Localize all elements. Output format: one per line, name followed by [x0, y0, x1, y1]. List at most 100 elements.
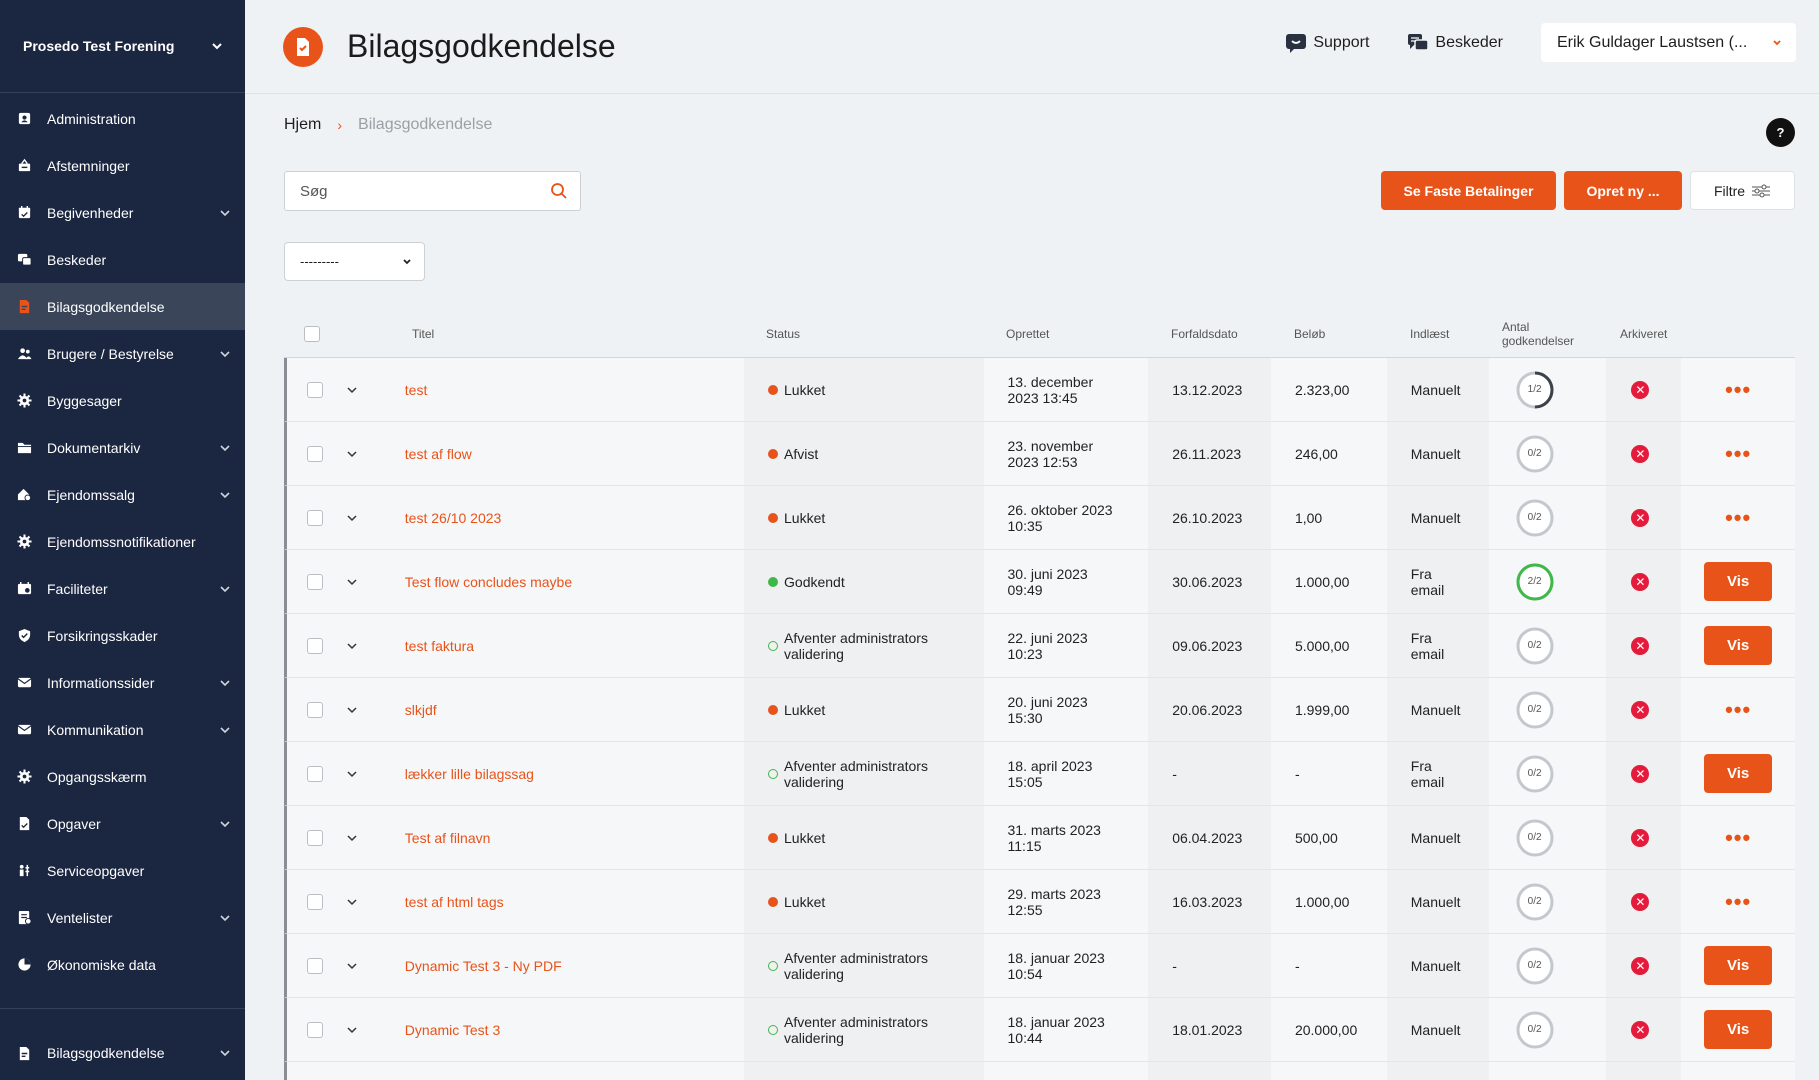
select-all-checkbox[interactable] — [304, 326, 320, 342]
sidebar-item-7[interactable]: Dokumentarkiv — [0, 424, 245, 471]
sidebar-item-13[interactable]: Kommunikation — [0, 706, 245, 753]
organization-selector[interactable]: Prosedo Test Forening — [0, 0, 245, 93]
create-new-button[interactable]: Opret ny ... — [1564, 171, 1682, 210]
sidebar-item-6[interactable]: Byggesager — [0, 377, 245, 424]
table-row[interactable]: Dynamic Test 3 Afventer administrators val… — [284, 998, 1795, 1062]
row-checkbox[interactable] — [306, 765, 323, 782]
sidebar-item-17[interactable]: Ventelister — [0, 894, 245, 941]
header-status[interactable]: Status — [742, 327, 982, 341]
more-options-icon[interactable]: ••• — [1725, 698, 1751, 720]
more-options-icon[interactable]: ••• — [1725, 890, 1751, 912]
chevron-down-icon[interactable] — [346, 704, 358, 716]
table-row[interactable]: test af flow Afvist 23. november 2023 12:53… — [284, 422, 1795, 486]
header-archived[interactable]: Arkiveret — [1606, 327, 1681, 341]
row-title[interactable]: test af html tags — [381, 870, 744, 933]
view-button[interactable]: Vis — [1704, 1010, 1773, 1049]
row-checkbox[interactable] — [306, 957, 323, 974]
close-icon[interactable]: ✕ — [1631, 444, 1650, 463]
more-options-icon[interactable]: ••• — [1725, 826, 1751, 848]
chevron-down-icon[interactable] — [346, 448, 358, 460]
sidebar-bottom-item[interactable]: Bilagsgodkendelse — [0, 1009, 245, 1080]
row-checkbox[interactable] — [306, 445, 323, 462]
sidebar-item-3[interactable]: Beskeder — [0, 236, 245, 283]
sidebar-item-1[interactable]: Afstemninger — [0, 142, 245, 189]
messages-link[interactable]: Beskeder — [1407, 32, 1503, 54]
row-checkbox[interactable] — [306, 1021, 323, 1038]
row-checkbox[interactable] — [306, 829, 323, 846]
sidebar-item-10[interactable]: Faciliteter — [0, 565, 245, 612]
sidebar-item-9[interactable]: Ejendomssnotifikationer — [0, 518, 245, 565]
more-options-icon[interactable]: ••• — [1725, 378, 1751, 400]
breadcrumb-home[interactable]: Hjem — [284, 116, 321, 134]
sidebar-item-15[interactable]: Opgaver — [0, 800, 245, 847]
row-checkbox[interactable] — [306, 637, 323, 654]
row-title[interactable]: test — [381, 358, 744, 421]
close-icon[interactable]: ✕ — [1631, 764, 1650, 783]
search-icon[interactable] — [550, 182, 568, 200]
chevron-down-icon[interactable] — [346, 896, 358, 908]
table-row[interactable]: Test flow concludes maybe Godkendt 30. jun… — [284, 550, 1795, 614]
table-row[interactable]: test faktura Afventer administrators valid… — [284, 614, 1795, 678]
table-row[interactable]: 6. januar 2023 — [284, 1062, 1795, 1080]
sidebar-item-11[interactable]: Forsikringsskader — [0, 612, 245, 659]
table-row[interactable]: test af html tags Lukket 29. marts 2023 12:… — [284, 870, 1795, 934]
row-title[interactable]: Dynamic Test 3 - Ny PDF — [381, 934, 744, 997]
view-button[interactable]: Vis — [1704, 562, 1773, 601]
row-checkbox[interactable] — [306, 573, 323, 590]
row-title[interactable]: Test flow concludes maybe — [381, 550, 744, 613]
close-icon[interactable]: ✕ — [1631, 380, 1650, 399]
close-icon[interactable]: ✕ — [1631, 892, 1650, 911]
row-title[interactable]: Dynamic Test 3 — [381, 998, 744, 1061]
close-icon[interactable]: ✕ — [1631, 1020, 1650, 1039]
close-icon[interactable]: ✕ — [1631, 508, 1650, 527]
close-icon[interactable]: ✕ — [1631, 700, 1650, 719]
chevron-down-icon[interactable] — [346, 512, 358, 524]
chevron-down-icon[interactable] — [346, 960, 358, 972]
close-icon[interactable]: ✕ — [1631, 828, 1650, 847]
sidebar-item-8[interactable]: Ejendomssalg — [0, 471, 245, 518]
row-title[interactable]: test faktura — [381, 614, 744, 677]
filter-button[interactable]: Filtre — [1690, 171, 1795, 210]
header-created[interactable]: Oprettet — [982, 327, 1147, 341]
table-row[interactable]: Test af filnavn Lukket 31. marts 2023 11:15… — [284, 806, 1795, 870]
row-checkbox[interactable] — [306, 509, 323, 526]
chevron-down-icon[interactable] — [346, 1024, 358, 1036]
chevron-down-icon[interactable] — [346, 384, 358, 396]
sidebar-item-16[interactable]: Serviceopgaver — [0, 847, 245, 894]
table-row[interactable]: test Lukket 13. december 2023 13:45 13.12.20… — [284, 358, 1795, 422]
more-options-icon[interactable]: ••• — [1725, 506, 1751, 528]
view-button[interactable]: Vis — [1704, 754, 1773, 793]
help-button[interactable]: ? — [1766, 118, 1795, 147]
user-menu[interactable]: Erik Guldager Laustsen (... — [1541, 23, 1796, 62]
sidebar-item-4[interactable]: Bilagsgodkendelse — [0, 283, 245, 330]
header-title[interactable]: Titel — [378, 327, 742, 341]
row-checkbox[interactable] — [306, 893, 323, 910]
row-checkbox[interactable] — [306, 701, 323, 718]
row-title[interactable]: test af flow — [381, 422, 744, 485]
close-icon[interactable]: ✕ — [1631, 956, 1650, 975]
sidebar-item-5[interactable]: Brugere / Bestyrelse — [0, 330, 245, 377]
sidebar-item-18[interactable]: Økonomiske data — [0, 941, 245, 988]
chevron-down-icon[interactable] — [346, 832, 358, 844]
row-title[interactable]: Test af filnavn — [381, 806, 744, 869]
sidebar-item-0[interactable]: Administration — [0, 95, 245, 142]
chevron-down-icon[interactable] — [346, 576, 358, 588]
close-icon[interactable]: ✕ — [1631, 636, 1650, 655]
chevron-down-icon[interactable] — [346, 768, 358, 780]
header-approvals[interactable]: Antal godkendelser — [1488, 320, 1606, 348]
row-title[interactable]: slkjdf — [381, 678, 744, 741]
close-icon[interactable]: ✕ — [1631, 572, 1650, 591]
view-button[interactable]: Vis — [1704, 626, 1773, 665]
header-amount[interactable]: Beløb — [1270, 327, 1386, 341]
table-row[interactable]: Dynamic Test 3 - Ny PDF Afventer administ… — [284, 934, 1795, 998]
sidebar-item-14[interactable]: Opgangsskærm — [0, 753, 245, 800]
fixed-payments-button[interactable]: Se Faste Betalinger — [1381, 171, 1556, 210]
header-due[interactable]: Forfaldsdato — [1147, 327, 1270, 341]
table-row[interactable]: lækker lille bilagssag Afventer administr… — [284, 742, 1795, 806]
row-checkbox[interactable] — [306, 381, 323, 398]
header-source[interactable]: Indlæst — [1386, 327, 1488, 341]
row-title[interactable]: lækker lille bilagssag — [381, 742, 744, 805]
row-title[interactable]: test 26/10 2023 — [381, 486, 744, 549]
chevron-down-icon[interactable] — [346, 640, 358, 652]
search-input[interactable] — [300, 182, 550, 200]
